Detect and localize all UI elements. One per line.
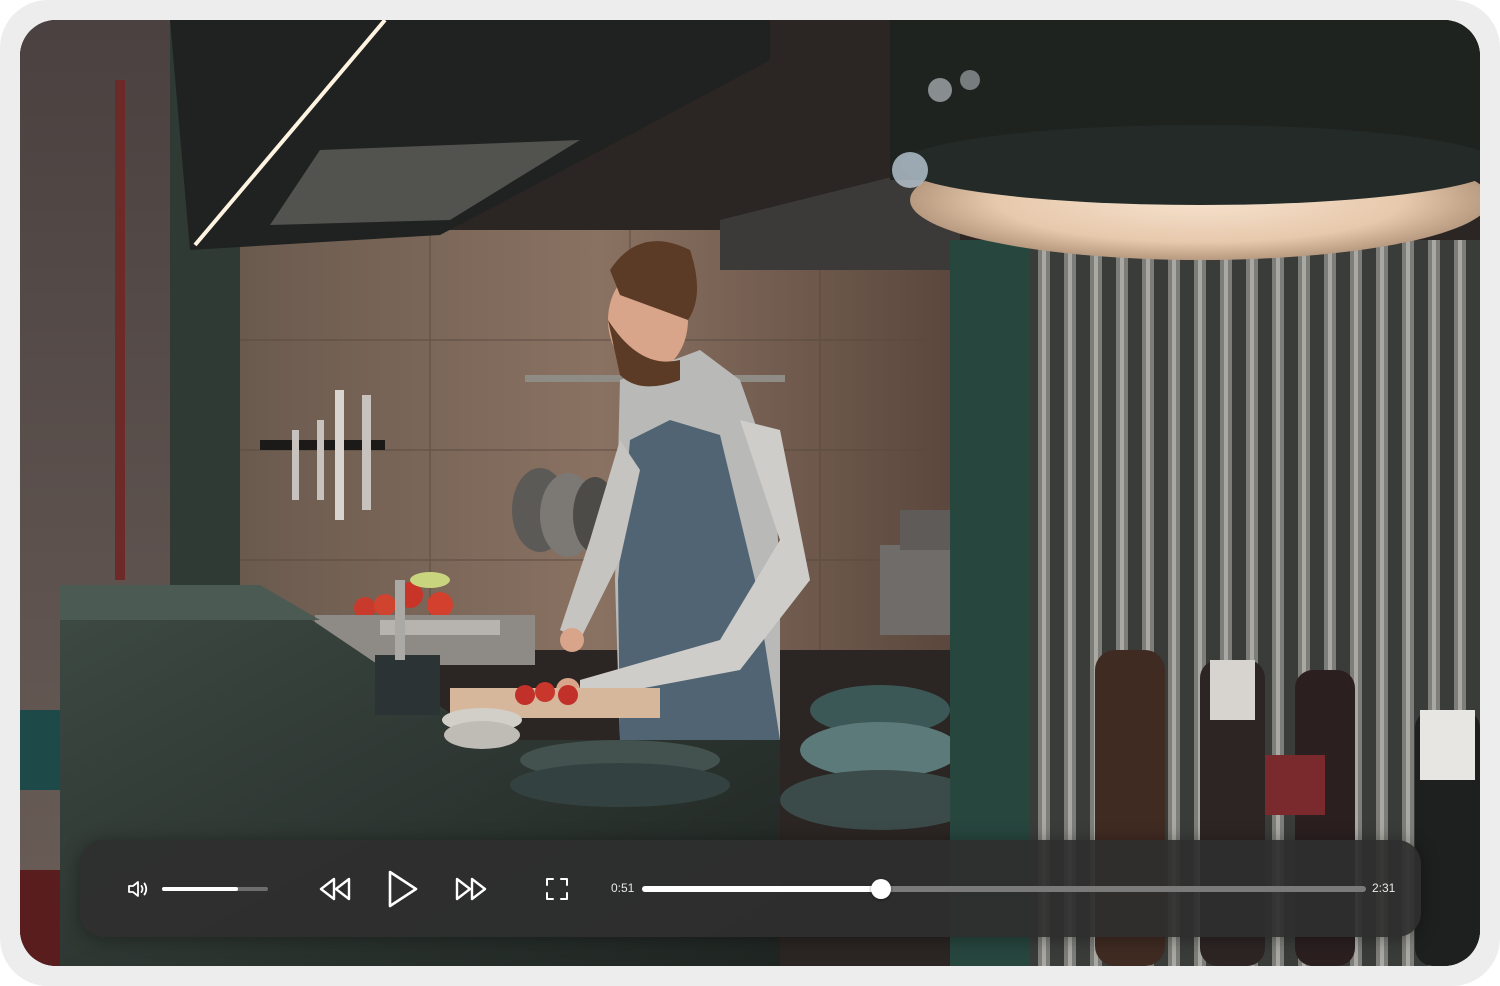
volume-slider[interactable] xyxy=(162,887,268,891)
volume-button[interactable] xyxy=(126,877,150,901)
rewind-icon xyxy=(319,877,351,901)
seek-bar[interactable] xyxy=(642,879,1366,899)
seek-bar-thumb[interactable] xyxy=(870,879,891,899)
current-time: 0:51 xyxy=(611,881,635,895)
seek-bar-progress xyxy=(642,886,881,892)
video-viewport[interactable]: 0:51 2:31 xyxy=(20,20,1480,966)
duration-time: 2:31 xyxy=(1372,881,1396,895)
fast-forward-button[interactable] xyxy=(453,873,489,905)
play-button[interactable] xyxy=(382,867,422,911)
video-frame-kitchen-scene xyxy=(20,20,1480,966)
speaker-volume-icon xyxy=(128,881,148,897)
player-control-bar: 0:51 2:31 xyxy=(80,840,1421,937)
fullscreen-button[interactable] xyxy=(544,876,570,902)
device-frame: 0:51 2:31 xyxy=(0,0,1500,986)
rewind-button[interactable] xyxy=(317,873,353,905)
fullscreen-icon xyxy=(546,878,568,900)
volume-slider-fill xyxy=(162,887,239,891)
play-icon xyxy=(388,870,418,908)
fast-forward-icon xyxy=(455,877,487,901)
